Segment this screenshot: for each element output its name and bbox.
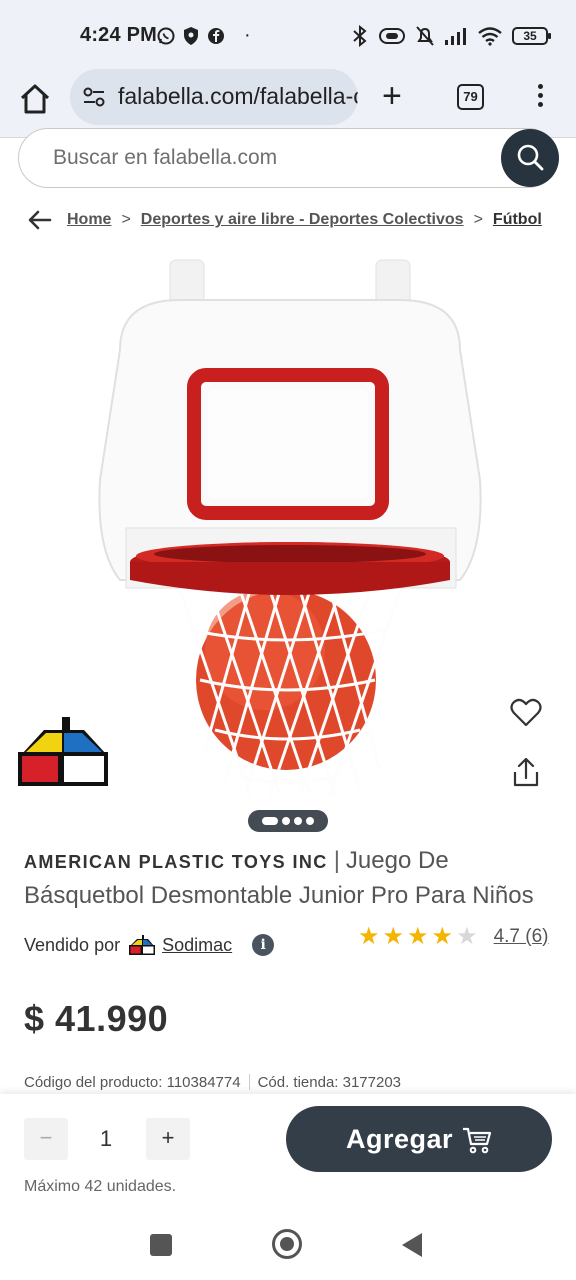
search-icon	[517, 144, 544, 171]
search-input[interactable]: Buscar en falabella.com	[53, 146, 277, 170]
star-rating: ★ ★ ★ ★ ★	[358, 922, 478, 951]
breadcrumb-home[interactable]: Home	[67, 211, 111, 229]
whatsapp-icon	[157, 27, 175, 45]
sold-by-label: Vendido por	[24, 934, 121, 955]
sodimac-logo-icon	[129, 935, 156, 955]
breadcrumb-subcategory[interactable]: Fútbol	[493, 211, 542, 229]
wifi-icon	[478, 27, 502, 46]
star-full-icon: ★	[431, 923, 454, 950]
home-button[interactable]	[272, 1229, 302, 1259]
tab-switcher-button[interactable]: 79	[457, 84, 484, 110]
product-price: $ 41.990	[24, 998, 169, 1039]
product-brand[interactable]: AMERICAN PLASTIC TOYS INC	[24, 852, 328, 872]
breadcrumb-separator: >	[121, 211, 131, 228]
battery-indicator: 35	[512, 27, 551, 45]
carousel-dot[interactable]	[282, 817, 290, 825]
signal-icon	[445, 28, 466, 45]
browser-menu-icon[interactable]	[535, 82, 545, 110]
quantity-decrease-button[interactable]: −	[24, 1118, 68, 1160]
bluetooth-icon	[353, 25, 367, 47]
carousel-dot[interactable]	[306, 817, 314, 825]
recent-apps-button[interactable]	[150, 1234, 172, 1256]
status-more-dot: ·	[244, 24, 251, 46]
add-to-cart-button[interactable]: Agregar	[286, 1106, 552, 1172]
facebook-icon	[208, 28, 224, 44]
seller-logo	[18, 717, 108, 786]
site-settings-icon[interactable]	[82, 85, 106, 109]
product-code: Código del producto: 110384774	[24, 1074, 241, 1091]
share-icon[interactable]	[512, 756, 540, 788]
quantity-value[interactable]: 1	[86, 1126, 126, 1152]
search-bar[interactable]: Buscar en falabella.com	[18, 128, 559, 188]
mute-icon	[416, 26, 434, 46]
carousel-dot[interactable]	[294, 817, 302, 825]
url-text: falabella.com/falabella-cl/product/1	[118, 83, 358, 109]
new-tab-button[interactable]: +	[382, 79, 402, 113]
star-full-icon: ★	[382, 923, 405, 950]
breadcrumb-category[interactable]: Deportes y aire libre - Deportes Colecti…	[141, 211, 464, 229]
image-carousel-dots[interactable]	[248, 810, 328, 832]
product-image[interactable]	[60, 250, 520, 810]
search-button[interactable]	[501, 129, 559, 187]
quantity-increase-button[interactable]: +	[146, 1118, 190, 1160]
code-divider	[248, 1074, 250, 1090]
notification-icons	[156, 26, 226, 46]
title-separator: |	[333, 847, 340, 874]
address-bar[interactable]: falabella.com/falabella-cl/product/1	[70, 69, 358, 125]
back-arrow-icon[interactable]	[28, 210, 52, 230]
cart-icon	[463, 1127, 492, 1154]
star-empty-icon: ★	[456, 923, 478, 950]
star-full-icon: ★	[358, 923, 380, 950]
breadcrumb-separator: >	[473, 211, 483, 228]
breadcrumb: Home > Deportes y aire libre - Deportes …	[28, 210, 542, 230]
status-time: 4:24 PM	[80, 24, 157, 46]
store-code: Cód. tienda: 3177203	[257, 1074, 402, 1091]
max-quantity-text: Máximo 42 unidades.	[24, 1178, 177, 1195]
seller-link[interactable]: Sodimac	[162, 935, 232, 956]
favorite-heart-icon[interactable]	[510, 698, 542, 728]
product-title: AMERICAN PLASTIC TOYS INC | Juego De Básqu…	[24, 844, 544, 912]
seller-row: Vendido por Sodimac i	[24, 934, 275, 956]
add-to-cart-bar: − 1 + Máximo 42 unidades. Agregar	[0, 1094, 576, 1212]
system-icons: 35	[351, 25, 551, 47]
system-navigation-bar	[0, 1212, 576, 1280]
carousel-dot-active[interactable]	[262, 817, 278, 825]
star-full-icon: ★	[407, 923, 429, 950]
info-icon[interactable]: i	[252, 934, 275, 956]
add-to-cart-label: Agregar	[346, 1124, 454, 1154]
data-saver-icon	[379, 28, 405, 44]
shield-icon	[184, 27, 198, 45]
rating-count-link[interactable]: 4.7 (6)	[494, 926, 549, 948]
back-button[interactable]	[402, 1233, 422, 1257]
product-codes: Código del producto: 110384774 Cód. tien…	[24, 1074, 401, 1091]
rating[interactable]: ★ ★ ★ ★ ★ 4.7 (6)	[358, 922, 549, 951]
status-bar: 4:24 PM · 35	[0, 0, 576, 68]
home-icon[interactable]	[18, 82, 52, 116]
